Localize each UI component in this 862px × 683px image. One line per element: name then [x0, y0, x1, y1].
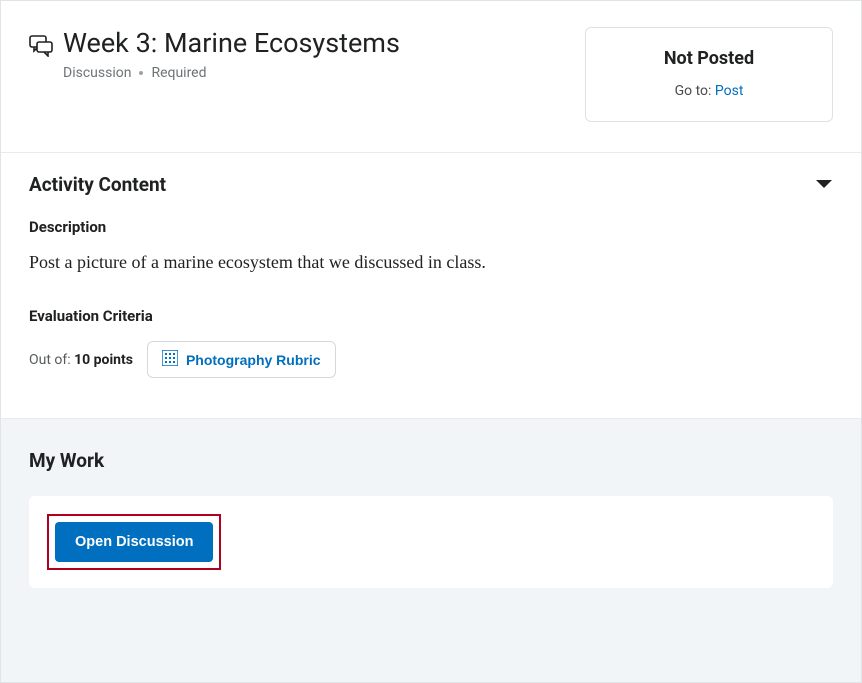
- points-value: 10 points: [74, 352, 133, 368]
- open-discussion-button[interactable]: Open Discussion: [55, 522, 213, 562]
- goto-post-link[interactable]: Post: [715, 83, 744, 99]
- rubric-label: Photography Rubric: [186, 352, 321, 368]
- status-title: Not Posted: [618, 48, 800, 69]
- discussion-icon: [29, 35, 53, 61]
- activity-content-title: Activity Content: [29, 173, 166, 196]
- status-goto-row: Go to: Post: [618, 83, 800, 99]
- meta-separator-dot: [139, 71, 143, 75]
- activity-type-label: Discussion: [63, 65, 131, 81]
- out-of-label: Out of:: [29, 352, 71, 368]
- activity-page: Week 3: Marine Ecosystems Discussion Req…: [0, 0, 862, 683]
- title-text-block: Week 3: Marine Ecosystems Discussion Req…: [63, 27, 400, 81]
- header-section: Week 3: Marine Ecosystems Discussion Req…: [1, 1, 861, 153]
- my-work-panel: Open Discussion: [29, 496, 833, 588]
- out-of-block: Out of: 10 points: [29, 352, 133, 368]
- rubric-button[interactable]: Photography Rubric: [147, 341, 336, 378]
- content-section-header: Activity Content: [29, 173, 833, 196]
- collapse-toggle[interactable]: [815, 175, 833, 194]
- status-card: Not Posted Go to: Post: [585, 27, 833, 122]
- description-label: Description: [29, 218, 833, 236]
- page-title: Week 3: Marine Ecosystems: [63, 27, 400, 59]
- evaluation-label: Evaluation Criteria: [29, 307, 833, 325]
- evaluation-row: Out of: 10 points: [29, 341, 833, 378]
- goto-label: Go to:: [675, 83, 712, 99]
- my-work-section: My Work Open Discussion: [1, 418, 861, 682]
- meta-row: Discussion Required: [63, 65, 400, 81]
- highlight-box: Open Discussion: [47, 514, 221, 570]
- chevron-down-icon: [815, 178, 833, 190]
- rubric-icon: [162, 350, 178, 369]
- title-block: Week 3: Marine Ecosystems Discussion Req…: [29, 27, 400, 81]
- required-label: Required: [151, 65, 206, 81]
- description-text: Post a picture of a marine ecosystem tha…: [29, 252, 833, 273]
- activity-content-section: Activity Content Description Post a pict…: [1, 153, 861, 418]
- my-work-title: My Work: [29, 449, 833, 472]
